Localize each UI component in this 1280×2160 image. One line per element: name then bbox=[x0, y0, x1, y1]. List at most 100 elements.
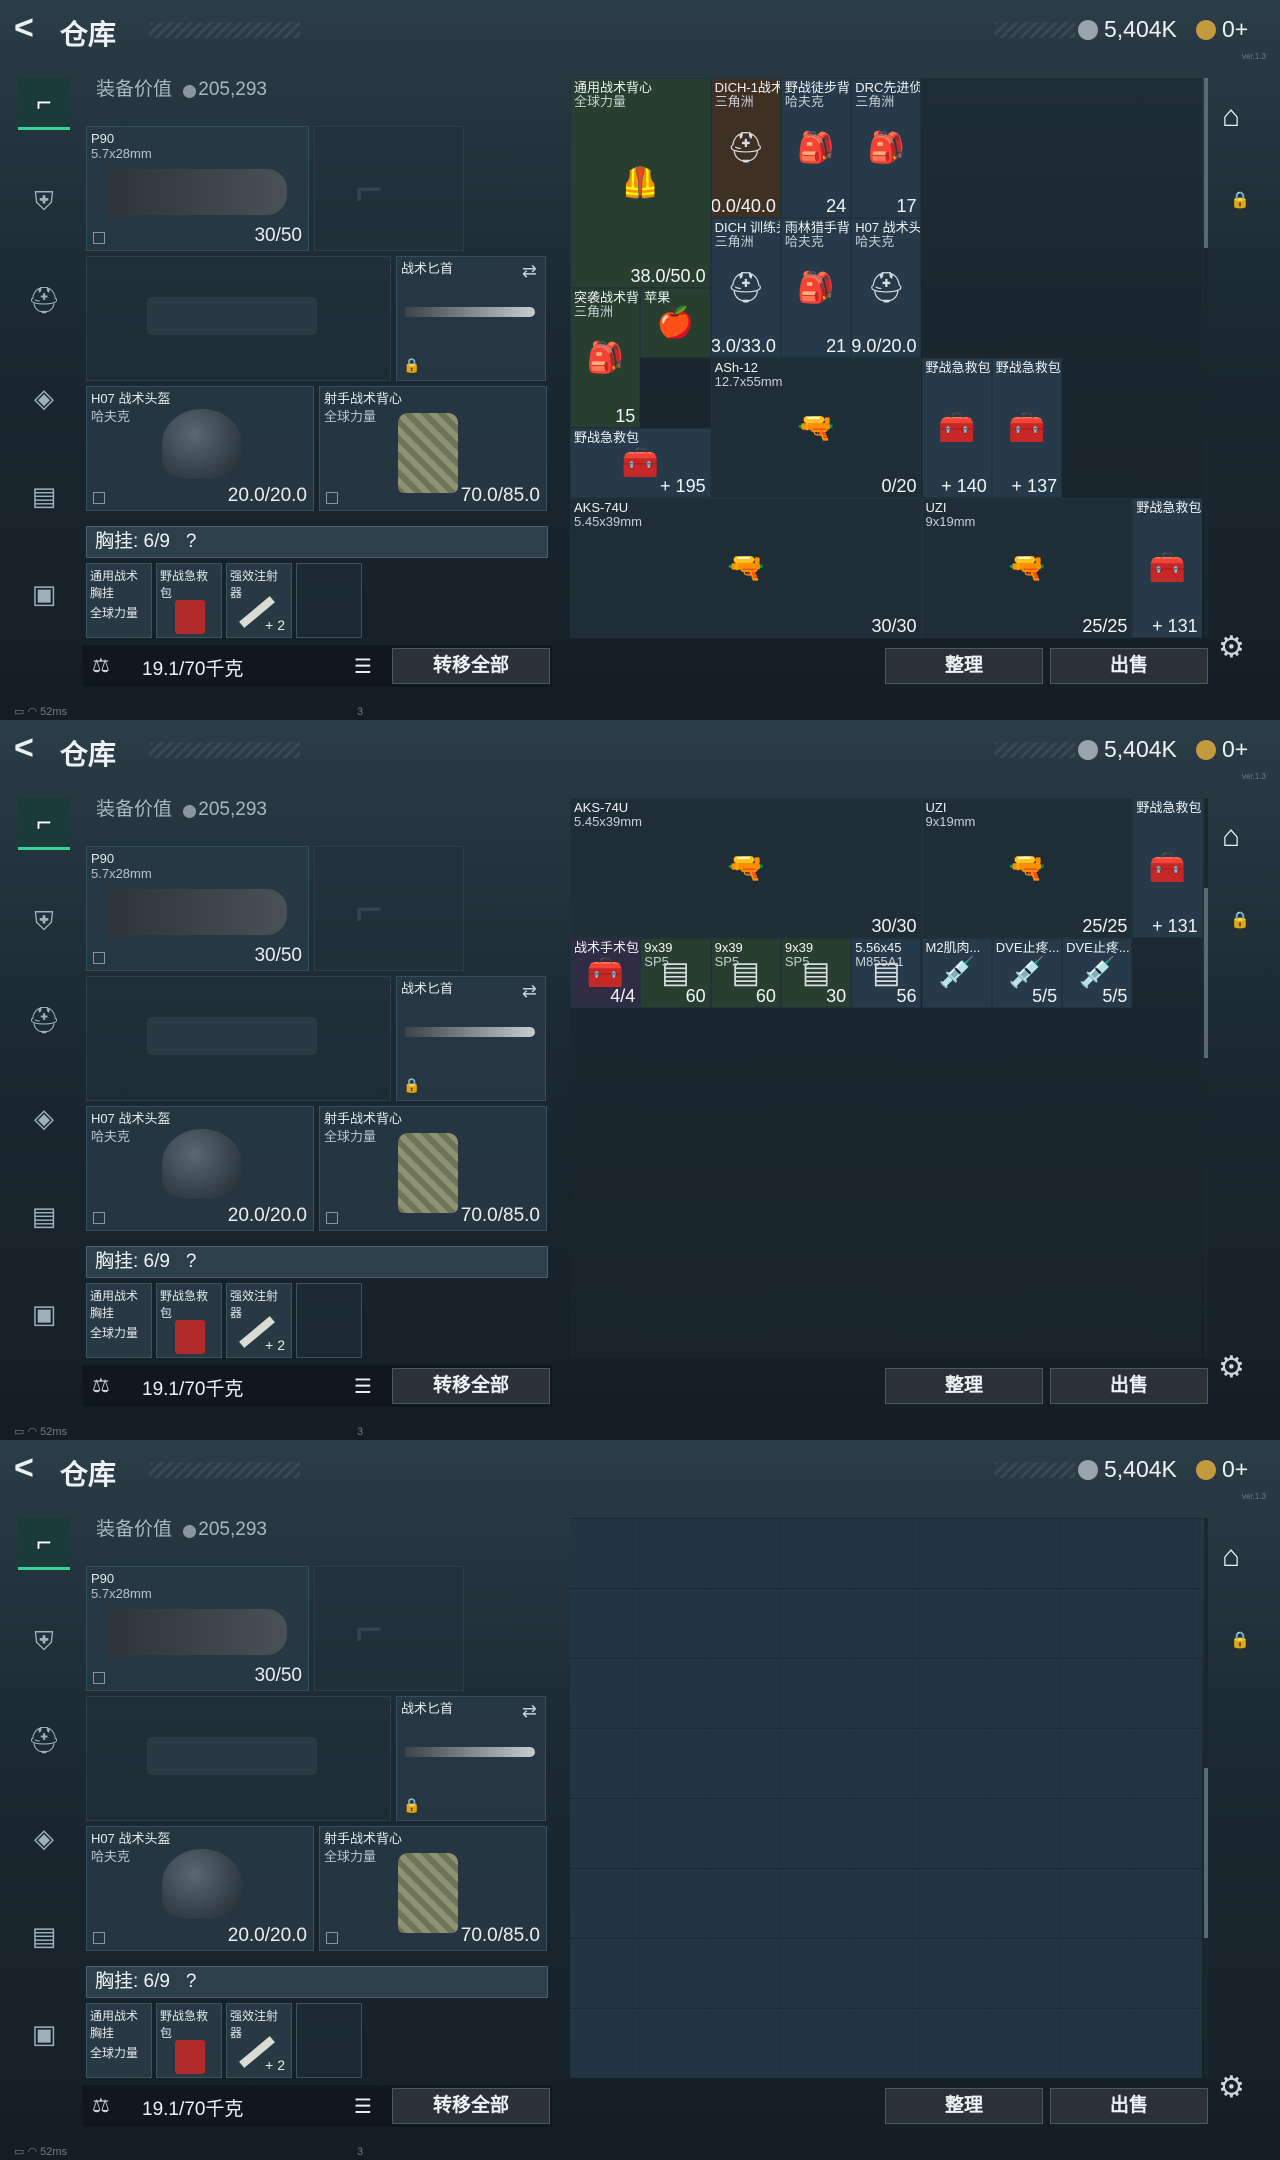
lock-icon[interactable]: 🔒 bbox=[1230, 1630, 1250, 1650]
settings-gear-icon[interactable]: ⚙ bbox=[1218, 1350, 1245, 1385]
mark-checkbox[interactable] bbox=[93, 1212, 105, 1224]
mark-checkbox[interactable] bbox=[326, 1212, 338, 1224]
inventory-item[interactable]: 🍎 苹果 bbox=[640, 288, 711, 358]
inventory-item[interactable]: 🎒 野战徒步背包哈夫克 24 bbox=[780, 78, 852, 218]
inventory-item[interactable]: 💉 M2肌肉... bbox=[921, 938, 992, 1008]
secondary-weapon-slot[interactable] bbox=[86, 1696, 391, 1821]
transfer-all-button[interactable]: 转移全部 bbox=[392, 2088, 550, 2124]
vest-slot[interactable]: 射手战术背心 全球力量 70.0/85.0 bbox=[319, 1106, 547, 1231]
vest-slot[interactable]: 射手战术背心 全球力量 70.0/85.0 bbox=[319, 386, 547, 511]
chest-rig-bar[interactable]: 胸挂: 6/9 ? bbox=[86, 1246, 548, 1278]
inventory-item[interactable]: 🔫 UZI 9x19mm 25/25 bbox=[921, 498, 1133, 638]
back-icon[interactable]: < bbox=[14, 731, 48, 766]
inventory-item[interactable]: ▤ 9x39 SP5 60 bbox=[710, 938, 781, 1008]
inventory-item[interactable]: 🧰 野战急救包 + 137 bbox=[991, 358, 1063, 498]
inventory-item[interactable]: 🧰 野战急救包 + 131 bbox=[1132, 798, 1202, 938]
pistol-slot[interactable]: ⌐ bbox=[314, 846, 464, 971]
vest-slot[interactable]: 射手战术背心 全球力量 70.0/85.0 bbox=[319, 1826, 547, 1951]
grid-scrollbar[interactable] bbox=[1204, 78, 1208, 638]
chest-slot[interactable]: 野战急救包 bbox=[156, 1283, 222, 1358]
transfer-all-button[interactable]: 转移全部 bbox=[392, 1368, 550, 1404]
grid-scrollbar[interactable] bbox=[1204, 798, 1208, 1358]
knife-slot[interactable]: 战术匕首 ⇄ 🔒 bbox=[396, 1696, 546, 1821]
inventory-item[interactable]: 🎒 雨林猎手背包哈夫克 21 bbox=[780, 218, 852, 358]
grid-scrollbar[interactable] bbox=[1204, 1518, 1208, 2078]
chest-slot-empty[interactable] bbox=[296, 2003, 362, 2078]
tab-bag-icon[interactable]: ◈ bbox=[18, 372, 70, 424]
sort-button[interactable]: 整理 bbox=[885, 648, 1043, 684]
list-icon[interactable]: ☰ bbox=[354, 654, 372, 679]
secondary-weapon-slot[interactable] bbox=[86, 256, 391, 381]
inventory-item[interactable]: 🔫 ASh-12 12.7x55mm 0/20 bbox=[710, 358, 922, 498]
tab-bag-icon[interactable]: ◈ bbox=[18, 1812, 70, 1864]
tab-weapons-icon[interactable]: ⌐ bbox=[18, 798, 70, 850]
primary-weapon-slot[interactable]: P90 5.7x28mm 30/50 bbox=[86, 1566, 309, 1691]
inventory-item[interactable]: ▤ 5.56x45 M855A1 56 bbox=[851, 938, 922, 1008]
tab-case-icon[interactable]: ▣ bbox=[18, 1288, 70, 1340]
inventory-item[interactable]: 💉 DVE止疼... 5/5 bbox=[991, 938, 1063, 1008]
secondary-weapon-slot[interactable] bbox=[86, 976, 391, 1101]
sort-button[interactable]: 整理 bbox=[885, 2088, 1043, 2124]
help-icon[interactable]: ? bbox=[186, 1251, 197, 1272]
tab-case-icon[interactable]: ▣ bbox=[18, 568, 70, 620]
grid-scroll-thumb[interactable] bbox=[1204, 1768, 1208, 1938]
inventory-item[interactable]: ⛑ H07 战术头盔哈夫克 19.0/20.0 bbox=[851, 218, 922, 358]
mark-checkbox[interactable] bbox=[93, 232, 105, 244]
sort-button[interactable]: 整理 bbox=[885, 1368, 1043, 1404]
tab-case-icon[interactable]: ▣ bbox=[18, 2008, 70, 2060]
tab-helmet-icon[interactable]: ⛑ bbox=[18, 1714, 70, 1766]
mark-checkbox[interactable] bbox=[93, 1672, 105, 1684]
help-icon[interactable]: ? bbox=[186, 1971, 197, 1992]
tab-armor-icon[interactable]: ⛨ bbox=[18, 1616, 70, 1668]
chest-slot[interactable]: 通用战术胸挂 全球力量 bbox=[86, 1283, 152, 1358]
chest-rig-bar[interactable]: 胸挂: 6/9 ? bbox=[86, 1966, 548, 1998]
tab-weapons-icon[interactable]: ⌐ bbox=[18, 78, 70, 130]
grid-scroll-thumb[interactable] bbox=[1204, 888, 1208, 1058]
tab-notes-icon[interactable]: ▤ bbox=[18, 470, 70, 522]
list-icon[interactable]: ☰ bbox=[354, 2094, 372, 2119]
inventory-item[interactable]: 🧰 野战急救包 + 131 bbox=[1132, 498, 1202, 638]
inventory-item[interactable]: ⛑ DICH 训练头盔三角洲 33.0/33.0 bbox=[710, 218, 781, 358]
mark-checkbox[interactable] bbox=[326, 1932, 338, 1944]
tab-helmet-icon[interactable]: ⛑ bbox=[18, 994, 70, 1046]
swap-icon[interactable]: ⇄ bbox=[522, 1701, 537, 1722]
inventory-item[interactable]: 💉 DVE止疼... 5/5 bbox=[1062, 938, 1133, 1008]
swap-icon[interactable]: ⇄ bbox=[522, 981, 537, 1002]
inventory-item[interactable]: 🧰 野战急救包 + 140 bbox=[921, 358, 992, 498]
lock-icon[interactable]: 🔒 bbox=[1230, 910, 1250, 930]
chest-slot[interactable]: 强效注射器 + 2 bbox=[226, 1283, 292, 1358]
knife-slot[interactable]: 战术匕首 ⇄ 🔒 bbox=[396, 976, 546, 1101]
mark-checkbox[interactable] bbox=[93, 492, 105, 504]
tab-armor-icon[interactable]: ⛨ bbox=[18, 176, 70, 228]
inventory-item[interactable]: ⛑ DICH-1战术头盔三角洲 40.0/40.0 bbox=[710, 78, 781, 218]
mark-checkbox[interactable] bbox=[93, 1932, 105, 1944]
storage-icon[interactable]: ⌂ bbox=[1222, 1540, 1240, 1574]
list-icon[interactable]: ☰ bbox=[354, 1374, 372, 1399]
sell-button[interactable]: 出售 bbox=[1050, 648, 1208, 684]
inventory-item[interactable]: 🧰 战术手术包 4/4 bbox=[570, 938, 641, 1008]
tab-helmet-icon[interactable]: ⛑ bbox=[18, 274, 70, 326]
chest-slot[interactable]: 通用战术胸挂 全球力量 bbox=[86, 563, 152, 638]
chest-slot[interactable]: 通用战术胸挂 全球力量 bbox=[86, 2003, 152, 2078]
swap-icon[interactable]: ⇄ bbox=[522, 261, 537, 282]
sell-button[interactable]: 出售 bbox=[1050, 2088, 1208, 2124]
helmet-slot[interactable]: H07 战术头盔 哈夫克 20.0/20.0 bbox=[86, 1106, 314, 1231]
chest-slot[interactable]: 强效注射器 + 2 bbox=[226, 563, 292, 638]
primary-weapon-slot[interactable]: P90 5.7x28mm 30/50 bbox=[86, 126, 309, 251]
inventory-item[interactable]: 🦺 通用战术背心 全球力量 38.0/50.0 bbox=[570, 78, 711, 288]
grid-scroll-thumb[interactable] bbox=[1204, 78, 1208, 248]
mark-checkbox[interactable] bbox=[93, 952, 105, 964]
transfer-all-button[interactable]: 转移全部 bbox=[392, 648, 550, 684]
primary-weapon-slot[interactable]: P90 5.7x28mm 30/50 bbox=[86, 846, 309, 971]
storage-icon[interactable]: ⌂ bbox=[1222, 820, 1240, 854]
inventory-item[interactable]: ▤ 9x39 SP5 60 bbox=[640, 938, 711, 1008]
tab-armor-icon[interactable]: ⛨ bbox=[18, 896, 70, 948]
inventory-item[interactable]: 🔫 AKS-74U 5.45x39mm 30/30 bbox=[570, 798, 922, 938]
chest-slot[interactable]: 强效注射器 + 2 bbox=[226, 2003, 292, 2078]
helmet-slot[interactable]: H07 战术头盔 哈夫克 20.0/20.0 bbox=[86, 386, 314, 511]
inventory-item[interactable]: 🔫 AKS-74U 5.45x39mm 30/30 bbox=[570, 498, 922, 638]
tab-notes-icon[interactable]: ▤ bbox=[18, 1190, 70, 1242]
knife-slot[interactable]: 战术匕首 ⇄ 🔒 bbox=[396, 256, 546, 381]
chest-rig-bar[interactable]: 胸挂: 6/9 ? bbox=[86, 526, 548, 558]
pistol-slot[interactable]: ⌐ bbox=[314, 126, 464, 251]
